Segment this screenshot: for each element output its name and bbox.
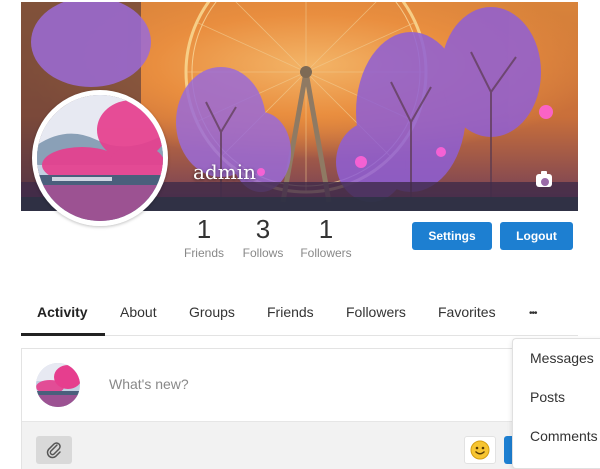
- stat-friends-label: Friends: [183, 246, 224, 260]
- whats-new-input[interactable]: What's new?: [109, 376, 189, 392]
- menu-item-comments[interactable]: Comments: [530, 428, 598, 444]
- active-tab-indicator: [21, 333, 105, 336]
- tab-more-icon[interactable]: •••: [529, 308, 537, 319]
- stat-friends[interactable]: 1 Friends: [178, 214, 230, 260]
- attach-button[interactable]: [36, 436, 72, 464]
- stat-follows-count: 3: [255, 214, 271, 244]
- tab-activity[interactable]: Activity: [37, 304, 88, 320]
- tab-favorites[interactable]: Favorites: [438, 304, 496, 320]
- stat-friends-count: 1: [196, 214, 212, 244]
- profile-tabs: Activity About Groups Friends Followers …: [21, 296, 578, 336]
- composer-toolbar: [22, 421, 577, 469]
- paperclip-icon: [46, 442, 61, 459]
- stat-followers-count: 1: [318, 214, 334, 244]
- stat-follows-label: Follows: [242, 246, 284, 260]
- avatar[interactable]: [32, 90, 168, 226]
- logout-button[interactable]: Logout: [500, 222, 573, 250]
- emoji-button[interactable]: [464, 436, 496, 464]
- composer-avatar-image: [36, 363, 80, 407]
- smiley-icon: [470, 440, 490, 460]
- stat-followers[interactable]: 1 Followers: [296, 214, 356, 260]
- settings-button[interactable]: Settings: [412, 222, 492, 250]
- menu-item-messages[interactable]: Messages: [530, 350, 594, 366]
- composer-avatar: [36, 363, 80, 407]
- camera-icon[interactable]: [536, 171, 552, 187]
- tab-friends[interactable]: Friends: [267, 304, 314, 320]
- tab-about[interactable]: About: [120, 304, 157, 320]
- more-dropdown: Messages Posts Comments: [512, 338, 600, 469]
- menu-item-posts[interactable]: Posts: [530, 389, 565, 405]
- avatar-image: [37, 95, 163, 221]
- whats-new-composer: What's new?: [21, 348, 578, 469]
- stat-follows[interactable]: 3 Follows: [237, 214, 289, 260]
- stat-followers-label: Followers: [300, 246, 352, 260]
- tab-followers[interactable]: Followers: [346, 304, 406, 320]
- profile-name: admin: [193, 160, 256, 184]
- tab-groups[interactable]: Groups: [189, 304, 235, 320]
